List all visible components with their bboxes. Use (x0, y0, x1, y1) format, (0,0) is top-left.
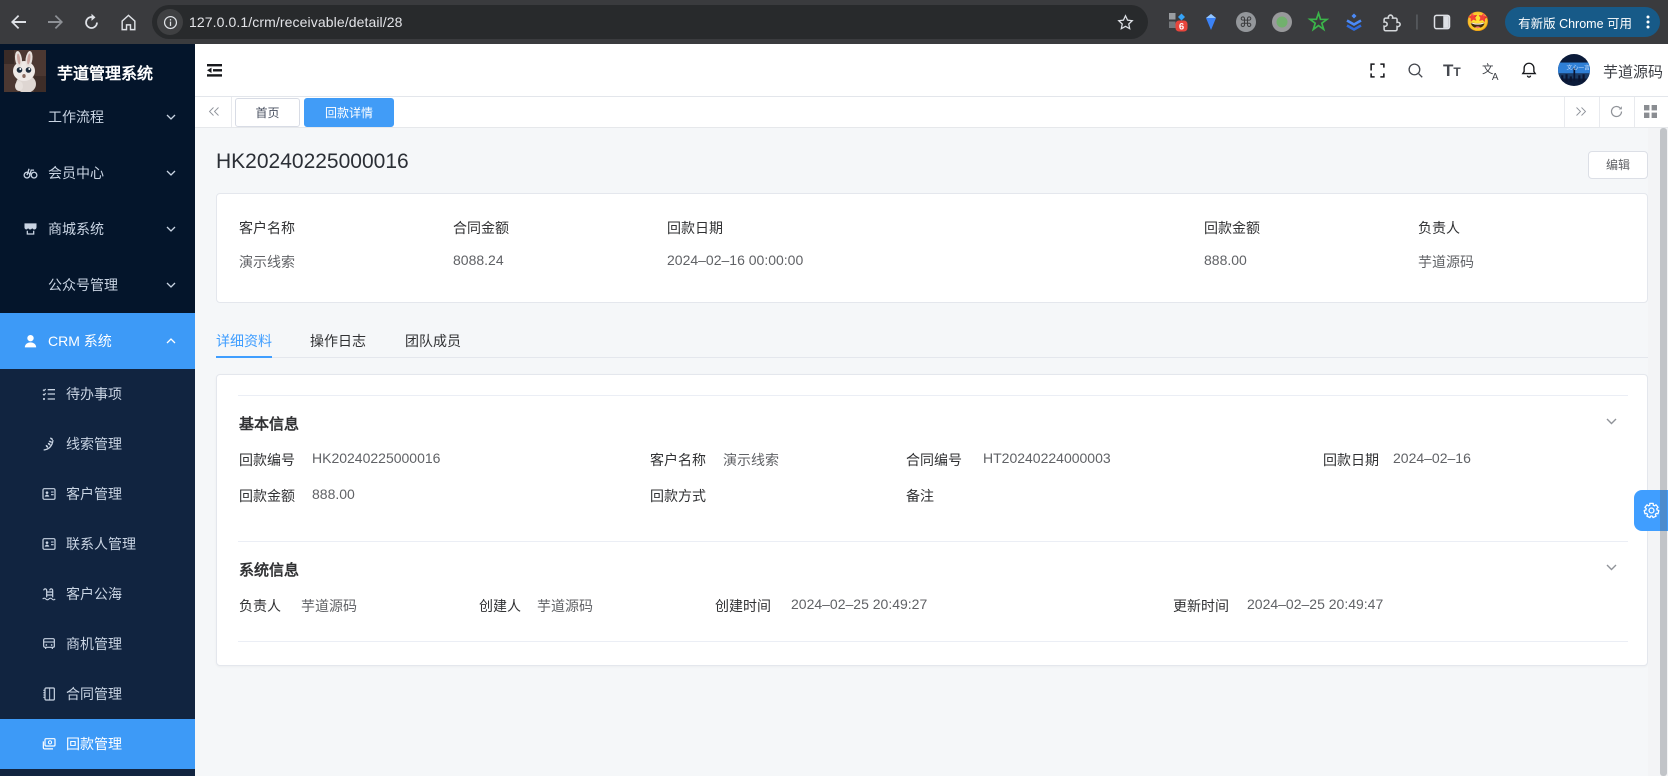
svg-text:A: A (1492, 72, 1499, 81)
svg-text:6: 6 (1179, 21, 1184, 32)
svg-text:⌘: ⌘ (1239, 14, 1253, 30)
svg-text:文心一言: 文心一言 (1567, 63, 1590, 71)
